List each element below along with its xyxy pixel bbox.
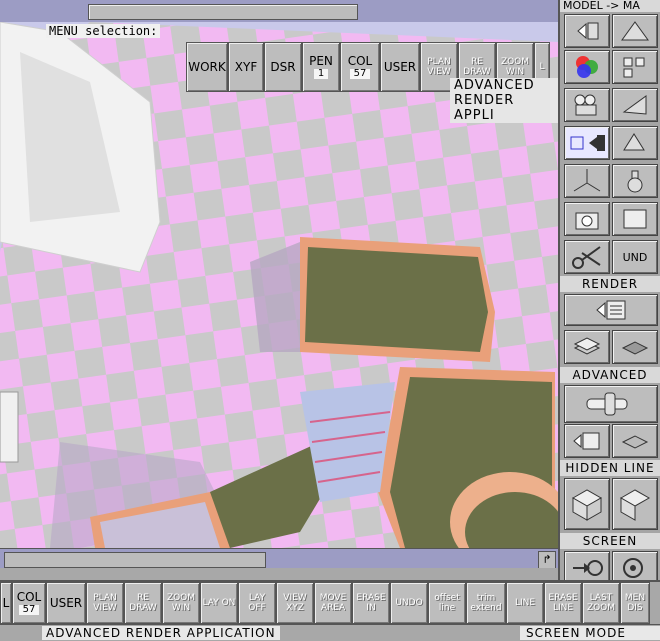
horizontal-scrollbar-bottom[interactable]: ↱ <box>0 548 558 569</box>
bottom-btn-redraw[interactable]: RE DRAW <box>124 582 162 624</box>
render-section-label: RENDER <box>560 276 660 292</box>
shapes-icon[interactable] <box>612 126 658 160</box>
status-mode: SCREEN MODE <box>520 626 660 640</box>
work-button[interactable]: WORK <box>186 42 228 92</box>
tool-panel: MODEL -> MA UND RENDER ADVANCED HIDDEN L… <box>558 0 660 640</box>
bottom-btn-menu-display[interactable]: MEN DIS <box>620 582 650 624</box>
color-palette-icon[interactable] <box>564 50 610 84</box>
render-solid-icon[interactable] <box>564 126 610 160</box>
bottom-btn-l[interactable]: L <box>0 582 12 624</box>
pen-button[interactable]: PEN 1 <box>302 42 340 92</box>
bottom-btn-view-xyz[interactable]: VIEW XYZ <box>276 582 314 624</box>
grid-icon[interactable] <box>612 50 658 84</box>
scroll-thumb[interactable] <box>4 552 266 568</box>
bottom-btn-plan-view[interactable]: PLAN VIEW <box>86 582 124 624</box>
undo-button[interactable]: UND <box>612 240 658 274</box>
bottom-btn-trim-extend[interactable]: trim extend <box>466 582 506 624</box>
horizontal-scrollbar-top[interactable] <box>0 0 558 23</box>
dsr-button[interactable]: DSR <box>264 42 302 92</box>
frame-icon[interactable] <box>612 202 658 236</box>
bottom-btn-move-area[interactable]: MOVE AREA <box>314 582 352 624</box>
layers-icon[interactable] <box>564 330 610 364</box>
bottom-btn-undo[interactable]: UNDO <box>390 582 428 624</box>
xyf-button[interactable]: XYF <box>228 42 264 92</box>
advanced-section-label: ADVANCED <box>560 367 660 383</box>
axis-icon[interactable] <box>564 164 610 198</box>
camera-icon[interactable] <box>564 88 610 122</box>
layers-alt-icon[interactable] <box>612 330 658 364</box>
bottom-toolbar: L COL 57 USER PLAN VIEW RE DRAW ZOOM WIN … <box>0 580 660 624</box>
bottom-btn-erase-in[interactable]: ERASE IN <box>352 582 390 624</box>
menu-selection-label: MENU selection: <box>46 24 161 38</box>
panel-header: MODEL -> MA <box>560 0 660 12</box>
bottom-btn-lay-on[interactable]: LAY ON <box>200 582 238 624</box>
render-viewport[interactable]: MENU selection: WORK XYF DSR PEN 1 COL 57 … <box>0 22 558 548</box>
spacer <box>0 568 558 580</box>
scroll-thumb[interactable] <box>88 4 358 20</box>
scissors-icon[interactable] <box>564 240 610 274</box>
render-options-icon[interactable] <box>564 294 658 326</box>
flask-icon[interactable] <box>612 164 658 198</box>
user-button[interactable]: USER <box>380 42 420 92</box>
col-button[interactable]: COL 57 <box>340 42 380 92</box>
pointing-hand-icon[interactable] <box>564 385 658 423</box>
left-arrow-icon[interactable] <box>564 14 610 48</box>
snapshot-icon[interactable] <box>564 202 610 236</box>
status-application: ADVANCED RENDER APPLICATION <box>42 626 280 640</box>
box-icon[interactable] <box>564 478 610 530</box>
bottom-btn-line[interactable]: LINE <box>506 582 544 624</box>
viewport-title: ADVANCED RENDER APPLI <box>450 78 558 123</box>
perspective-icon[interactable] <box>612 88 658 122</box>
bottom-btn-last-zoom[interactable]: LAST ZOOM <box>582 582 620 624</box>
stack-icon[interactable] <box>612 424 658 458</box>
status-bar: ADVANCED RENDER APPLICATION SCREEN MODE <box>0 624 660 641</box>
bottom-btn-user[interactable]: USER <box>46 582 86 624</box>
box-alt-icon[interactable] <box>612 478 658 530</box>
list-icon[interactable] <box>564 424 610 458</box>
bottom-btn-erase-line[interactable]: ERASE LINE <box>544 582 582 624</box>
scroll-right-arrow-icon[interactable]: ↱ <box>538 551 556 569</box>
hidden-line-section-label: HIDDEN LINE <box>560 460 660 476</box>
triangle-icon[interactable] <box>612 14 658 48</box>
screen-section-label: SCREEN <box>560 533 660 549</box>
bottom-btn-zoom-win[interactable]: ZOOM WIN <box>162 582 200 624</box>
bottom-btn-offset-line[interactable]: offset line <box>428 582 466 624</box>
bottom-btn-col[interactable]: COL 57 <box>12 582 46 624</box>
bottom-btn-lay-off[interactable]: LAY OFF <box>238 582 276 624</box>
